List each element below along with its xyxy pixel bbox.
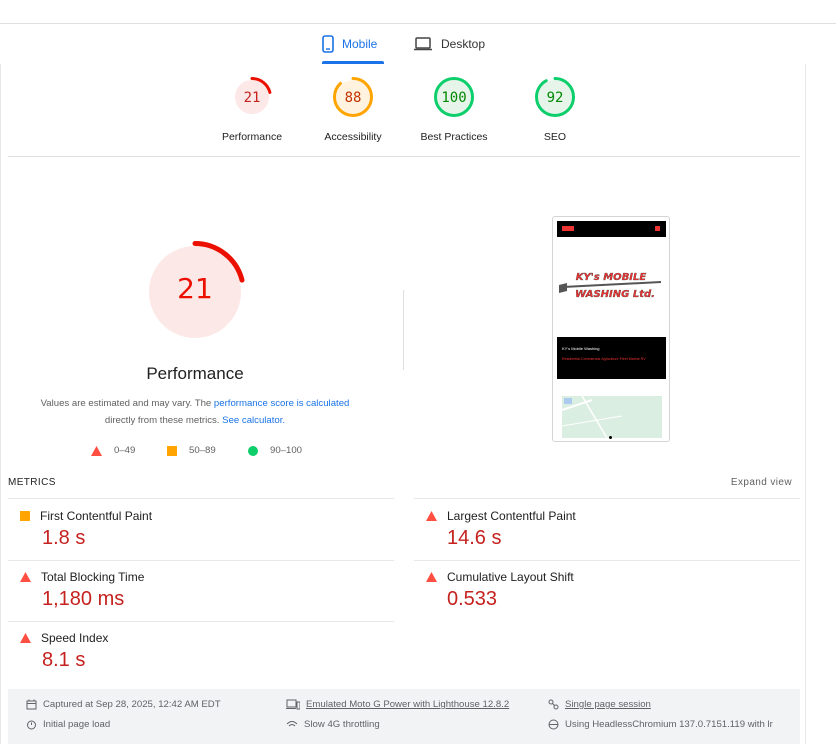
circle-icon [248,445,258,456]
performance-big-score: 21 [177,272,213,305]
globe-icon [548,719,559,730]
note-text: Values are estimated and may vary. The [40,398,214,409]
device-text: Emulated Moto G Power with Lighthouse 12… [306,699,510,710]
tab-desktop[interactable]: Desktop [413,24,485,64]
note-text-2: directly from these metrics. [104,415,223,426]
gauge-label: Performance [221,131,283,143]
legend-fail: 0–49 [91,445,135,456]
menu-icon [655,226,660,231]
single-page-session[interactable]: Single page session [548,699,651,710]
captured-at: Captured at Sep 28, 2025, 12:42 AM EDT [26,699,221,710]
metric-value: 8.1 s [42,649,86,671]
initial-page-load: Initial page load [26,719,110,730]
hero-text: Residential·Commercial·Agriculture·Fleet… [562,357,646,361]
screenshot-header [557,221,666,237]
triangle-icon [91,445,102,456]
metric-fcp: First Contentful Paint 1.8 s [20,509,400,550]
square-icon [167,445,177,456]
metric-label: Speed Index [41,631,109,645]
metric-label: Total Blocking Time [41,570,145,584]
browser-text: Using HeadlessChromium 137.0.7151.119 wi… [565,719,773,730]
metric-speed-index: Speed Index 8.1 s [20,631,400,672]
gauge-seo[interactable]: 92 SEO [510,76,600,143]
devices-icon [286,699,300,710]
laptop-icon [414,37,432,51]
divider [414,560,800,561]
initial-text: Initial page load [43,719,111,730]
legend-pass: 90–100 [248,445,302,456]
gauge-best-practices[interactable]: 100 Best Practices [409,76,499,143]
throttling-text: Slow 4G throttling [304,719,380,730]
divider [414,498,800,499]
smartphone-icon [322,35,334,53]
timer-icon [27,720,36,730]
device-tabs: Mobile Desktop [0,24,836,64]
map-marker [609,436,612,439]
logo-line-2: WASHING Ltd. [575,289,655,300]
gauge-label: Best Practices [420,131,488,143]
tab-mobile[interactable]: Mobile [322,24,384,64]
divider [8,621,394,622]
metric-label: First Contentful Paint [40,509,153,523]
legend-range: 0–49 [114,445,136,456]
screenshot-map [562,396,662,438]
network-throttling: Slow 4G throttling [286,719,380,730]
gauge-score: 21 [243,90,261,106]
final-screenshot[interactable]: KY's MOBILE WASHING Ltd. KY's Mobile Was… [552,216,670,442]
divider [8,156,800,157]
browser-version: Using HeadlessChromium 137.0.7151.119 wi… [548,719,773,730]
metric-value: 14.6 s [447,527,502,549]
emulated-device[interactable]: Emulated Moto G Power with Lighthouse 12… [286,699,509,710]
metric-value: 0.533 [447,588,498,610]
metric-value: 1.8 s [42,527,86,549]
session-text: Single page session [565,699,651,710]
legend-range: 90–100 [270,445,303,456]
logo-line-1: KY's MOBILE [576,272,647,283]
performance-title: Performance [146,364,244,383]
tab-desktop-label: Desktop [441,37,486,51]
site-logo: KY's MOBILE WASHING Ltd. [559,272,662,300]
square-icon [20,511,30,521]
network-icon [286,721,298,727]
hero-title: KY's Mobile Washing [562,346,600,351]
legend-range: 50–89 [189,445,216,456]
metric-tbt: Total Blocking Time 1,180 ms [20,570,400,611]
triangle-icon [20,633,31,643]
see-calculator-link[interactable]: See calculator. [222,415,285,426]
gauge-label: SEO [543,131,567,143]
metrics-header: METRICS [8,477,56,488]
legend-average: 50–89 [167,445,216,456]
vertical-divider [403,290,404,370]
metric-cls: Cumulative Layout Shift 0.533 [426,570,806,611]
gauge-score: 92 [546,90,564,106]
score-note: Values are estimated and may vary. The p… [20,395,370,429]
gauge-accessibility[interactable]: 88 Accessibility [308,76,398,143]
captured-text: Captured at Sep 28, 2025, 12:42 AM EDT [43,699,221,710]
metric-lcp: Largest Contentful Paint 14.6 s [426,509,806,550]
expand-view-button[interactable]: Expand view [731,477,792,488]
calendar-icon [26,699,37,710]
gauge-score: 88 [344,90,362,106]
triangle-icon [426,511,437,521]
gauge-performance[interactable]: 21 Performance [207,76,297,143]
screenshot-hero: KY's Mobile Washing Residential·Commerci… [557,337,666,379]
runtime-settings: Captured at Sep 28, 2025, 12:42 AM EDT E… [8,689,800,744]
tab-mobile-label: Mobile [342,37,378,51]
metric-value: 1,180 ms [42,588,125,610]
metric-label: Largest Contentful Paint [447,509,576,523]
metric-label: Cumulative Layout Shift [447,570,574,584]
triangle-icon [20,572,31,582]
screenshot-header-tag [562,226,574,231]
divider [8,560,394,561]
session-icon [548,699,559,710]
gauge-label: Accessibility [324,131,382,143]
score-calculated-link[interactable]: performance score is calculated [214,398,349,409]
divider [8,498,394,499]
triangle-icon [426,572,437,582]
gauge-score: 100 [441,90,467,106]
